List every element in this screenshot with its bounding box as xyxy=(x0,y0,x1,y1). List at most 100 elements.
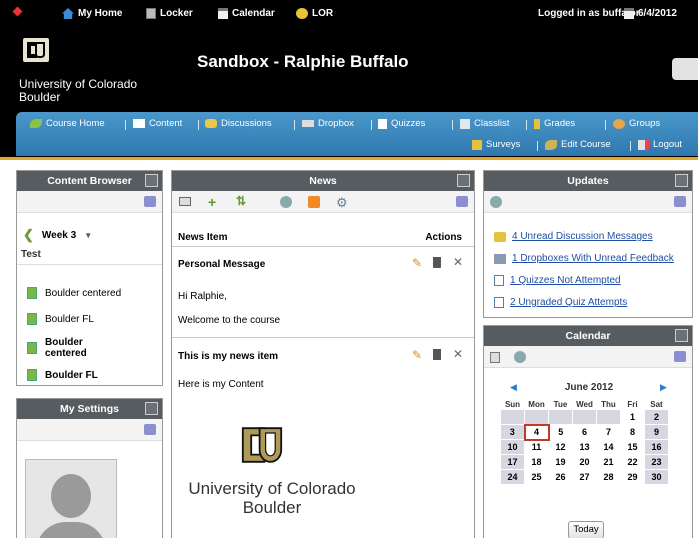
calendar-day[interactable]: 16 xyxy=(644,439,669,455)
calendar-day[interactable]: 22 xyxy=(620,454,645,470)
collapse-icon[interactable] xyxy=(675,329,688,342)
course-title: Sandbox - Ralphie Buffalo xyxy=(197,52,409,71)
content-item[interactable]: Boulder centered xyxy=(27,287,172,299)
calendar-day[interactable]: 14 xyxy=(596,439,621,455)
content-item[interactable]: Boulder FL xyxy=(27,313,172,325)
calendar-day[interactable]: 7 xyxy=(596,424,621,440)
collapse-icon[interactable] xyxy=(145,174,158,187)
settings-icon[interactable]: ⚙ xyxy=(336,195,348,211)
calendar-day[interactable]: 3 xyxy=(500,424,525,440)
edit-pencil-icon[interactable]: ✎ xyxy=(412,256,422,270)
nav-course-home[interactable]: Course Home xyxy=(30,118,105,129)
add-icon[interactable]: + xyxy=(208,195,216,209)
panel-toolbar xyxy=(17,191,162,213)
calendar-day[interactable]: 12 xyxy=(548,439,573,455)
logout-icon xyxy=(638,139,649,150)
nav-quizzes[interactable]: Quizzes xyxy=(378,118,425,129)
widget-settings-icon[interactable] xyxy=(144,196,156,207)
delete-trash-icon[interactable] xyxy=(433,349,441,360)
profile-avatar[interactable] xyxy=(25,459,117,538)
preview-icon[interactable] xyxy=(490,196,502,208)
nav-edit-course[interactable]: Edit Course xyxy=(545,139,611,150)
panel-toolbar xyxy=(484,191,692,213)
sort-icon[interactable]: ⇅ xyxy=(236,194,246,208)
chevron-left-icon[interactable]: ❮ xyxy=(23,227,34,243)
pin-icon[interactable] xyxy=(12,6,23,17)
nav-discussions[interactable]: Discussions xyxy=(205,118,272,129)
calendar-day[interactable]: 24 xyxy=(500,469,525,485)
news-body-line: Hi Ralphie, xyxy=(178,291,227,302)
nav-content[interactable]: Content xyxy=(133,118,182,129)
calendar-day[interactable]: 17 xyxy=(500,454,525,470)
quiz-attempt-icon xyxy=(494,297,504,308)
preview-icon[interactable] xyxy=(514,351,526,363)
calendar-day[interactable]: 30 xyxy=(644,469,669,485)
preview-icon[interactable] xyxy=(280,196,292,208)
grades-icon xyxy=(534,118,540,129)
content-item[interactable]: Boulder FL xyxy=(27,369,172,381)
calendar-day[interactable]: 21 xyxy=(596,454,621,470)
calendar-day[interactable]: 5 xyxy=(548,424,573,440)
update-quiz-attempts[interactable]: 2 Ungraded Quiz Attempts xyxy=(494,297,698,308)
content-item[interactable]: Boulder centered xyxy=(27,337,172,359)
news-item-title[interactable]: Personal Message xyxy=(178,259,468,270)
nav-classlist[interactable]: Classlist xyxy=(460,118,509,129)
calendar-day[interactable]: 6 xyxy=(572,424,597,440)
nav-dropbox[interactable]: Dropbox xyxy=(302,118,354,129)
widget-settings-icon[interactable] xyxy=(674,196,686,207)
widget-settings-icon[interactable] xyxy=(144,424,156,435)
collapse-icon[interactable] xyxy=(145,402,158,415)
nav-logout[interactable]: Logout xyxy=(638,139,682,150)
locker-link[interactable]: Locker xyxy=(146,8,193,19)
calendar-day[interactable]: 8 xyxy=(620,424,645,440)
delete-trash-icon[interactable] xyxy=(433,257,441,268)
dismiss-x-icon[interactable]: ✕ xyxy=(453,347,463,361)
chat-bubble-icon[interactable] xyxy=(672,58,698,80)
list-view-icon[interactable] xyxy=(179,197,191,206)
lor-link[interactable]: LOR xyxy=(296,8,333,19)
update-dropboxes[interactable]: 1 Dropboxes With Unread Feedback xyxy=(494,253,698,264)
calendar-day[interactable]: 28 xyxy=(596,469,621,485)
updates-panel: Updates 4 Unread Discussion Messages 1 D… xyxy=(483,170,693,318)
calendar-day[interactable]: 19 xyxy=(548,454,573,470)
discussion-icon xyxy=(494,231,506,242)
calendar-day[interactable]: 26 xyxy=(548,469,573,485)
calendar-day[interactable]: 25 xyxy=(524,469,549,485)
rss-icon[interactable] xyxy=(308,196,320,208)
widget-settings-icon[interactable] xyxy=(674,351,686,362)
calendar-day[interactable]: 4 xyxy=(523,423,550,441)
my-settings-panel: My Settings xyxy=(16,398,163,538)
nav-groups[interactable]: Groups xyxy=(613,118,660,129)
collapse-icon[interactable] xyxy=(457,174,470,187)
calendar-day[interactable]: 2 xyxy=(644,409,669,425)
calendar-day[interactable]: 23 xyxy=(644,454,669,470)
calendar-day[interactable]: 11 xyxy=(524,439,549,455)
today-button[interactable]: Today xyxy=(568,521,604,538)
lor-icon xyxy=(296,8,308,19)
widget-settings-icon[interactable] xyxy=(456,196,468,207)
calendar-day[interactable]: 10 xyxy=(500,439,525,455)
nav-grades[interactable]: Grades xyxy=(534,118,575,129)
week-selector[interactable]: ❮ Week 3 ▼ xyxy=(23,227,168,243)
update-quizzes[interactable]: 1 Quizzes Not Attempted xyxy=(494,275,698,286)
calendar-day[interactable]: 20 xyxy=(572,454,597,470)
collapse-icon[interactable] xyxy=(675,174,688,187)
calendar-day[interactable]: 18 xyxy=(524,454,549,470)
dropdown-arrow-icon[interactable]: ▼ xyxy=(84,231,92,240)
calendar-day[interactable]: 9 xyxy=(644,424,669,440)
calendar-link[interactable]: Calendar xyxy=(218,8,275,19)
news-table-header: News Item Actions xyxy=(178,232,462,243)
calendar-day[interactable]: 13 xyxy=(572,439,597,455)
update-discussions[interactable]: 4 Unread Discussion Messages xyxy=(494,231,698,242)
nav-surveys[interactable]: Surveys xyxy=(472,139,520,150)
news-item-title[interactable]: This is my news item xyxy=(178,351,468,362)
list-view-icon[interactable] xyxy=(490,352,500,363)
calendar-day[interactable]: 15 xyxy=(620,439,645,455)
calendar-day[interactable]: 27 xyxy=(572,469,597,485)
dismiss-x-icon[interactable]: ✕ xyxy=(453,255,463,269)
calendar-day[interactable]: 1 xyxy=(620,409,645,425)
edit-pencil-icon[interactable]: ✎ xyxy=(412,348,422,362)
calendar-day[interactable]: 29 xyxy=(620,469,645,485)
my-home-link[interactable]: My Home xyxy=(62,8,122,19)
next-month-icon[interactable]: ▶ xyxy=(660,382,667,393)
